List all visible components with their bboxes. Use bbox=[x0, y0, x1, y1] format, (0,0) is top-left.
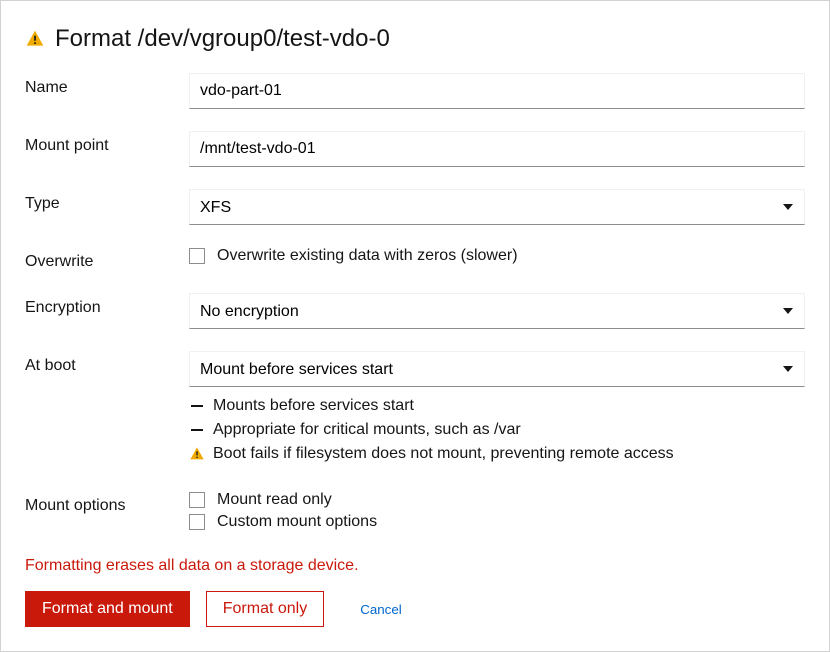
name-input[interactable] bbox=[189, 73, 805, 109]
boot-info-text: Appropriate for critical mounts, such as… bbox=[213, 421, 521, 439]
label-mount-options: Mount options bbox=[25, 491, 189, 515]
custom-mount-checkbox[interactable] bbox=[189, 514, 205, 530]
dash-icon bbox=[191, 429, 203, 431]
format-dialog: Format /dev/vgroup0/test-vdo-0 Name Moun… bbox=[0, 0, 830, 652]
row-encryption: Encryption No encryption bbox=[25, 293, 805, 329]
format-and-mount-button[interactable]: Format and mount bbox=[25, 591, 190, 627]
dialog-footer: Format and mount Format only Cancel bbox=[25, 591, 805, 627]
label-name: Name bbox=[25, 73, 189, 97]
dialog-header: Format /dev/vgroup0/test-vdo-0 bbox=[25, 25, 805, 53]
row-mount-options: Mount options Mount read only Custom mou… bbox=[25, 491, 805, 535]
label-mount-point: Mount point bbox=[25, 131, 189, 155]
row-name: Name bbox=[25, 73, 805, 109]
type-select[interactable]: XFS bbox=[189, 189, 805, 225]
boot-info-line: Boot fails if filesystem does not mount,… bbox=[189, 445, 805, 463]
at-boot-select[interactable]: Mount before services start bbox=[189, 351, 805, 387]
boot-info-text: Boot fails if filesystem does not mount,… bbox=[213, 445, 674, 463]
label-type: Type bbox=[25, 189, 189, 213]
row-mount-point: Mount point bbox=[25, 131, 805, 167]
read-only-checkbox[interactable] bbox=[189, 492, 205, 508]
label-encryption: Encryption bbox=[25, 293, 189, 317]
encryption-select[interactable]: No encryption bbox=[189, 293, 805, 329]
row-type: Type XFS bbox=[25, 189, 805, 225]
overwrite-checkbox[interactable] bbox=[189, 248, 205, 264]
dialog-title: Format /dev/vgroup0/test-vdo-0 bbox=[55, 25, 390, 53]
format-only-button[interactable]: Format only bbox=[206, 591, 324, 627]
overwrite-checkbox-label: Overwrite existing data with zeros (slow… bbox=[217, 247, 518, 265]
row-at-boot: At boot Mount before services start Moun… bbox=[25, 351, 805, 469]
boot-info-line: Appropriate for critical mounts, such as… bbox=[189, 421, 805, 439]
boot-info-list: Mounts before services start Appropriate… bbox=[189, 397, 805, 463]
row-overwrite: Overwrite Overwrite existing data with z… bbox=[25, 247, 805, 271]
warning-icon bbox=[189, 446, 205, 462]
warning-icon bbox=[25, 29, 45, 49]
label-overwrite: Overwrite bbox=[25, 247, 189, 271]
cancel-button[interactable]: Cancel bbox=[352, 594, 410, 625]
boot-info-line: Mounts before services start bbox=[189, 397, 805, 415]
format-warning: Formatting erases all data on a storage … bbox=[25, 557, 805, 575]
label-at-boot: At boot bbox=[25, 351, 189, 375]
mount-point-input[interactable] bbox=[189, 131, 805, 167]
dash-icon bbox=[191, 405, 203, 407]
boot-info-text: Mounts before services start bbox=[213, 397, 414, 415]
custom-mount-checkbox-label: Custom mount options bbox=[217, 513, 377, 531]
read-only-checkbox-label: Mount read only bbox=[217, 491, 332, 509]
